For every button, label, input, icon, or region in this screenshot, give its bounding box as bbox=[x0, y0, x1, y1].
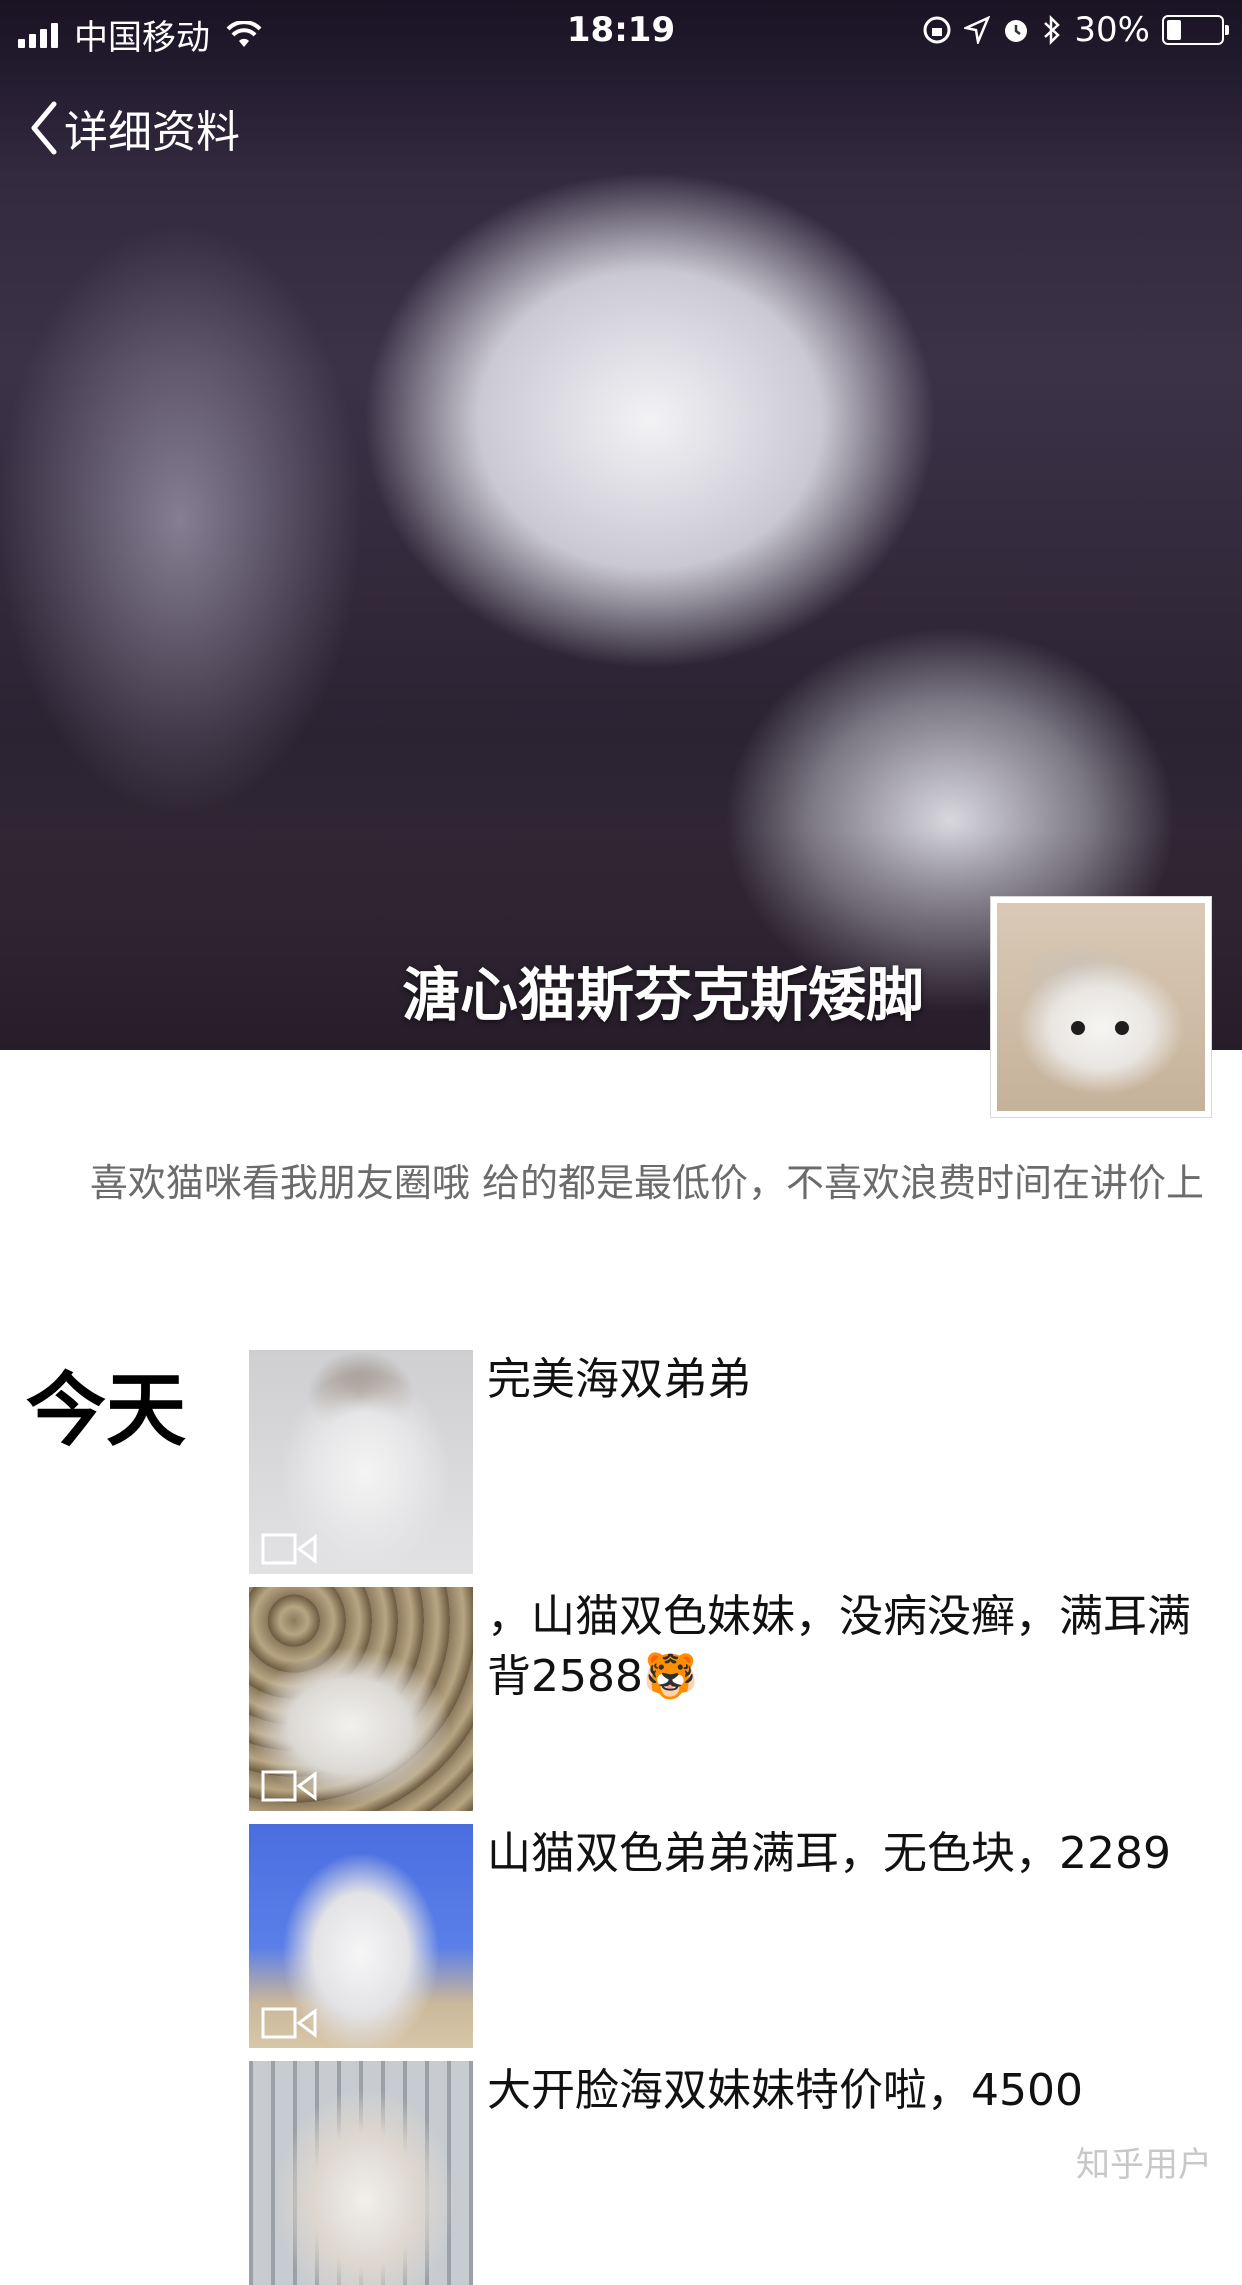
timeline-post[interactable]: ，山猫双色妹妹，没病没癣，满耳满背2588🐯 bbox=[249, 1587, 1209, 1811]
watermark: 知乎用户 bbox=[1076, 2145, 1212, 2185]
timeline-post[interactable]: 完美海双弟弟 bbox=[249, 1350, 1209, 1574]
post-text: 完美海双弟弟 bbox=[487, 1354, 751, 1405]
avatar-eye-right bbox=[1115, 1021, 1129, 1035]
status-bar: 中国移动 18:19 30% bbox=[0, 0, 1242, 60]
battery-percent: 30% bbox=[1074, 10, 1150, 50]
avatar-eye-left bbox=[1071, 1021, 1085, 1035]
profile-name: 溏心猫斯芬克斯矮脚 bbox=[401, 961, 924, 1029]
post-thumbnail[interactable] bbox=[249, 1824, 473, 2048]
post-text: ，山猫双色妹妹，没病没癣，满耳满背2588🐯 bbox=[487, 1591, 1191, 1702]
chevron-left-icon bbox=[31, 101, 57, 155]
avatar[interactable] bbox=[990, 896, 1212, 1118]
day-label: 今天 bbox=[26, 1364, 186, 1457]
profile-signature: 喜欢猫咪看我朋友圈哦 给的都是最低价，不喜欢浪费时间在讲价上 bbox=[89, 1161, 1204, 1205]
avatar-image bbox=[997, 903, 1205, 1111]
rotation-lock-icon bbox=[923, 16, 951, 44]
alarm-icon bbox=[1005, 20, 1028, 42]
post-thumbnail[interactable] bbox=[249, 1350, 473, 1574]
bluetooth-icon bbox=[1044, 15, 1061, 45]
back-label: 详细资料 bbox=[64, 107, 240, 158]
status-right: 30% bbox=[910, 10, 1229, 50]
timeline-post[interactable]: 大开脸海双妹妹特价啦，4500 bbox=[249, 2061, 1209, 2285]
timeline-post[interactable]: 山猫双色弟弟满耳，无色块，2289 bbox=[249, 1824, 1209, 2048]
video-icon bbox=[261, 1770, 317, 1802]
battery-icon bbox=[1162, 15, 1229, 45]
post-thumbnail[interactable] bbox=[249, 2061, 473, 2285]
battery-tip bbox=[1225, 25, 1229, 35]
post-text: 山猫双色弟弟满耳，无色块，2289 bbox=[487, 1828, 1171, 1879]
back-button[interactable]: 详细资料 bbox=[28, 96, 240, 160]
location-icon bbox=[964, 16, 991, 44]
video-icon bbox=[261, 1533, 317, 1565]
post-text: 大开脸海双妹妹特价啦，4500 bbox=[487, 2065, 1083, 2116]
video-icon bbox=[261, 2007, 317, 2039]
battery-fill bbox=[1167, 20, 1182, 40]
post-thumbnail[interactable] bbox=[249, 1587, 473, 1811]
